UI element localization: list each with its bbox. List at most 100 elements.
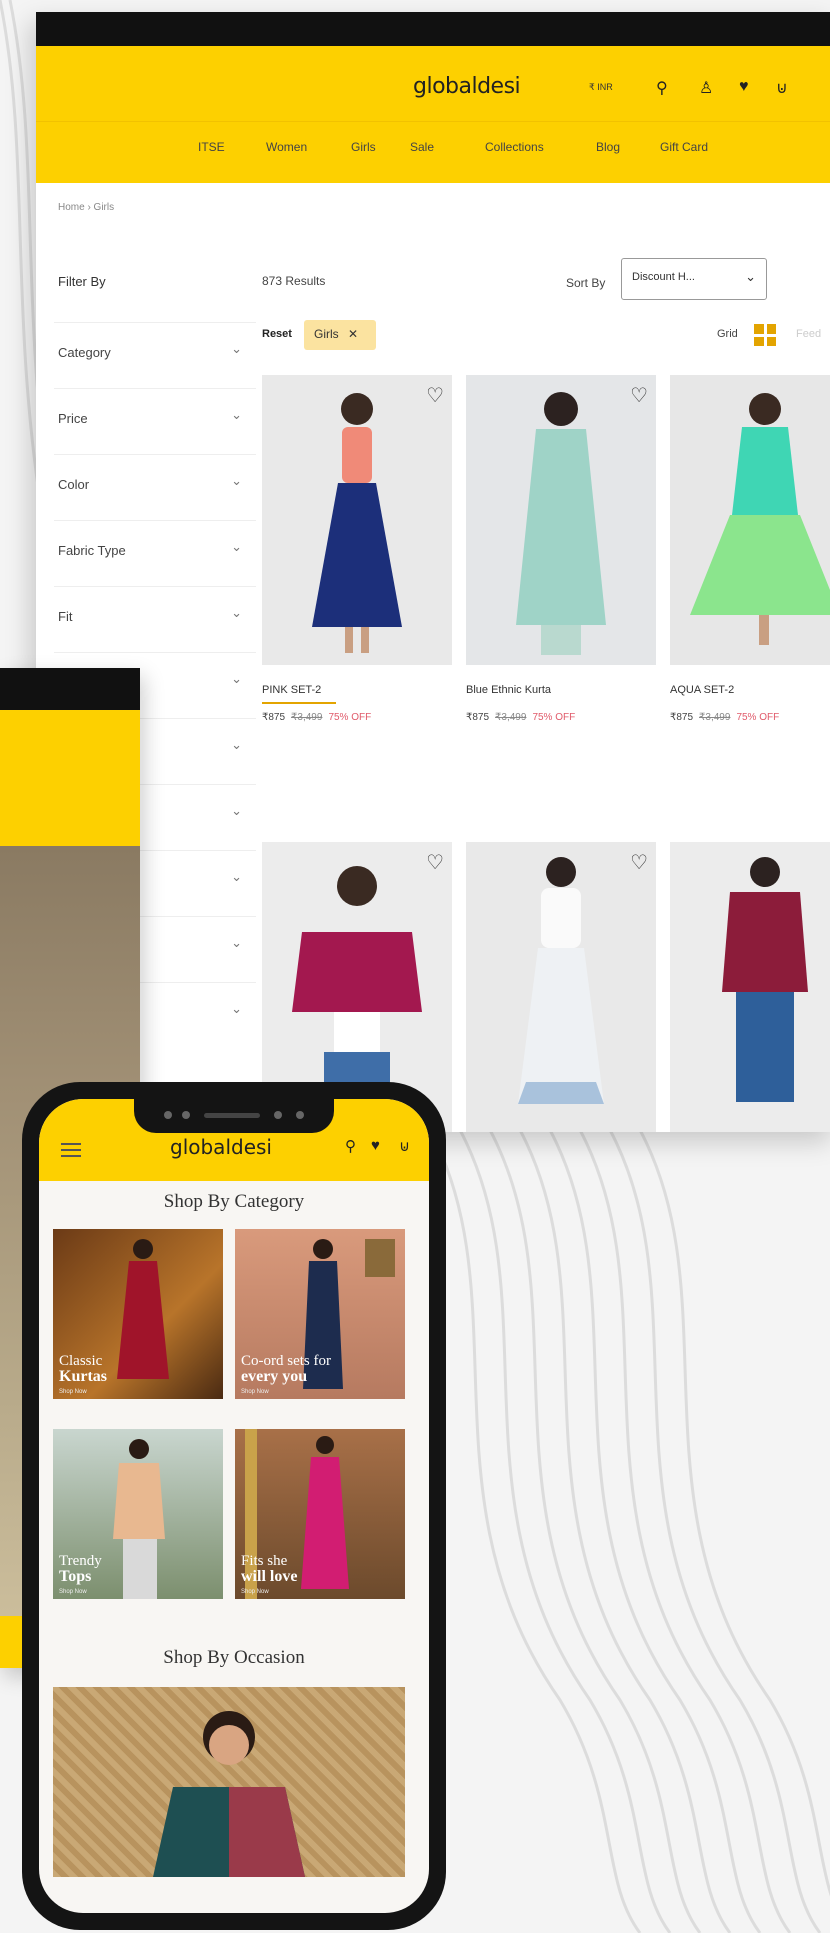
user-icon[interactable]: ♙ xyxy=(699,78,713,98)
filter-label: Price xyxy=(58,411,88,426)
category-tile[interactable]: Classic Kurtas Shop Now xyxy=(53,1229,223,1399)
desktop-screenshot: Li globaldesi ₹ INR ⚲ ♙ ♥ ⊍ ITSE Women G… xyxy=(36,12,830,1132)
reset-filters-link[interactable]: Reset xyxy=(262,328,292,340)
model-photo xyxy=(690,393,830,645)
mobile-logo[interactable]: globaldesi xyxy=(170,1135,272,1159)
model-photo xyxy=(312,393,402,653)
filter-color[interactable]: Color ⌄ xyxy=(54,454,256,516)
section-title-occasion: Shop By Occasion xyxy=(163,1647,305,1668)
wishlist-icon[interactable]: ♥ xyxy=(739,78,749,96)
nav-women[interactable]: Women xyxy=(266,140,307,154)
filter-label: Color xyxy=(58,477,90,492)
tablet-header xyxy=(0,710,140,846)
site-header: globaldesi ₹ INR ⚲ ♙ ♥ ⊍ xyxy=(36,46,830,121)
filter-label: Fabric Type xyxy=(58,543,126,558)
chevron-down-icon: ⌄ xyxy=(231,869,242,884)
category-tile[interactable]: Fits she will love Shop Now xyxy=(235,1429,405,1599)
bag-icon[interactable]: ⊍ xyxy=(399,1137,410,1155)
product-card[interactable]: ♡ xyxy=(466,842,656,1132)
tile-caption: Fits she will love xyxy=(241,1553,298,1585)
model-photo xyxy=(518,857,604,1104)
feed-view-label[interactable]: Feed xyxy=(796,328,821,340)
chip-label: Girls xyxy=(314,327,339,341)
chevron-down-icon: ⌄ xyxy=(231,605,242,620)
product-name[interactable]: Blue Ethnic Kurta xyxy=(466,684,551,696)
chevron-down-icon: ⌄ xyxy=(231,473,242,488)
search-icon[interactable]: ⚲ xyxy=(345,1137,356,1155)
product-card[interactable] xyxy=(670,842,830,1132)
product-image[interactable] xyxy=(670,842,830,1132)
product-card[interactable]: ♡ xyxy=(262,375,452,665)
category-tile[interactable]: Co-ord sets for every you Shop Now xyxy=(235,1229,405,1399)
product-card[interactable]: ♡ xyxy=(466,375,656,665)
nav-itse[interactable]: ITSE xyxy=(198,140,225,154)
occasion-photo xyxy=(153,1711,305,1877)
nav-gift-card[interactable]: Gift Card xyxy=(660,140,708,154)
tile-cta[interactable]: Shop Now xyxy=(241,1589,269,1595)
chevron-down-icon: ⌄ xyxy=(231,407,242,422)
grid-view-icon[interactable] xyxy=(754,324,776,346)
search-icon[interactable]: ⚲ xyxy=(656,78,668,98)
occasion-banner[interactable] xyxy=(53,1687,405,1877)
filter-fabric-type[interactable]: Fabric Type ⌄ xyxy=(54,520,256,582)
nav-sale[interactable]: Sale xyxy=(410,140,434,154)
section-title-category: Shop By Category xyxy=(163,1191,305,1212)
nav-girls[interactable]: Girls xyxy=(351,140,376,154)
product-price: ₹875 ₹3,499 75% OFF xyxy=(466,712,576,723)
filter-price[interactable]: Price ⌄ xyxy=(54,388,256,450)
close-icon[interactable]: ✕ xyxy=(348,327,358,341)
breadcrumb[interactable]: Home › Girls xyxy=(58,202,114,213)
tile-cta[interactable]: Shop Now xyxy=(241,1389,269,1395)
sort-label: Sort By xyxy=(566,276,606,290)
product-image[interactable] xyxy=(670,375,830,665)
product-name-underline xyxy=(262,702,336,704)
product-image[interactable]: ♡ xyxy=(466,375,656,665)
product-image[interactable]: ♡ xyxy=(466,842,656,1132)
tile-caption: Classic Kurtas xyxy=(59,1353,107,1385)
category-tile[interactable]: Trendy Tops Shop Now xyxy=(53,1429,223,1599)
model-photo xyxy=(516,392,606,655)
sort-value: Discount H... xyxy=(632,271,695,283)
chevron-down-icon: ⌄ xyxy=(231,341,242,356)
nav-blog[interactable]: Blog xyxy=(596,140,620,154)
filter-category[interactable]: Category ⌄ xyxy=(54,322,256,384)
product-image[interactable]: ♡ xyxy=(262,375,452,665)
wishlist-heart-icon[interactable]: ♡ xyxy=(630,850,648,875)
product-price: ₹875 ₹3,499 75% OFF xyxy=(262,712,372,723)
tile-caption: Co-ord sets for every you xyxy=(241,1353,331,1385)
wishlist-heart-icon[interactable]: ♡ xyxy=(426,850,444,875)
model-photo xyxy=(722,857,808,1102)
wishlist-icon[interactable]: ♥ xyxy=(371,1137,380,1154)
chevron-down-icon: ⌄ xyxy=(231,737,242,752)
filter-title: Filter By xyxy=(58,274,106,289)
currency-selector[interactable]: ₹ INR xyxy=(589,82,613,93)
chevron-down-icon: ⌄ xyxy=(231,935,242,950)
top-bar: Li xyxy=(36,12,830,46)
phone-mockup: globaldesi ⚲ ♥ ⊍ Shop By Category Classi… xyxy=(22,1082,446,1930)
product-name[interactable]: AQUA SET-2 xyxy=(670,684,734,696)
phone-screen: globaldesi ⚲ ♥ ⊍ Shop By Category Classi… xyxy=(39,1099,429,1913)
chevron-down-icon: ⌄ xyxy=(231,803,242,818)
sort-dropdown[interactable]: Discount H... ⌄ xyxy=(621,258,767,300)
bag-icon[interactable]: ⊍ xyxy=(776,78,788,98)
wishlist-heart-icon[interactable]: ♡ xyxy=(630,383,648,408)
main-nav: ITSE Women Girls Sale Collections Blog G… xyxy=(36,121,830,183)
tile-cta[interactable]: Shop Now xyxy=(59,1589,87,1595)
site-logo[interactable]: globaldesi xyxy=(413,74,521,99)
hamburger-menu-icon[interactable] xyxy=(61,1143,81,1157)
chevron-down-icon: ⌄ xyxy=(745,269,756,284)
chevron-down-icon: ⌄ xyxy=(231,539,242,554)
filter-fit[interactable]: Fit ⌄ xyxy=(54,586,256,648)
tablet-top-bar xyxy=(0,668,140,710)
chevron-down-icon: ⌄ xyxy=(231,671,242,686)
phone-notch xyxy=(134,1099,334,1133)
wishlist-heart-icon[interactable]: ♡ xyxy=(426,383,444,408)
filter-label: Fit xyxy=(58,609,73,624)
tile-cta[interactable]: Shop Now xyxy=(59,1389,87,1395)
filter-label: Category xyxy=(58,345,111,360)
filter-chip[interactable]: Girls ✕ xyxy=(304,320,376,350)
product-card[interactable] xyxy=(670,375,830,665)
nav-collections[interactable]: Collections xyxy=(485,140,544,154)
product-name[interactable]: PINK SET-2 xyxy=(262,684,321,696)
chevron-down-icon: ⌄ xyxy=(231,1001,242,1016)
